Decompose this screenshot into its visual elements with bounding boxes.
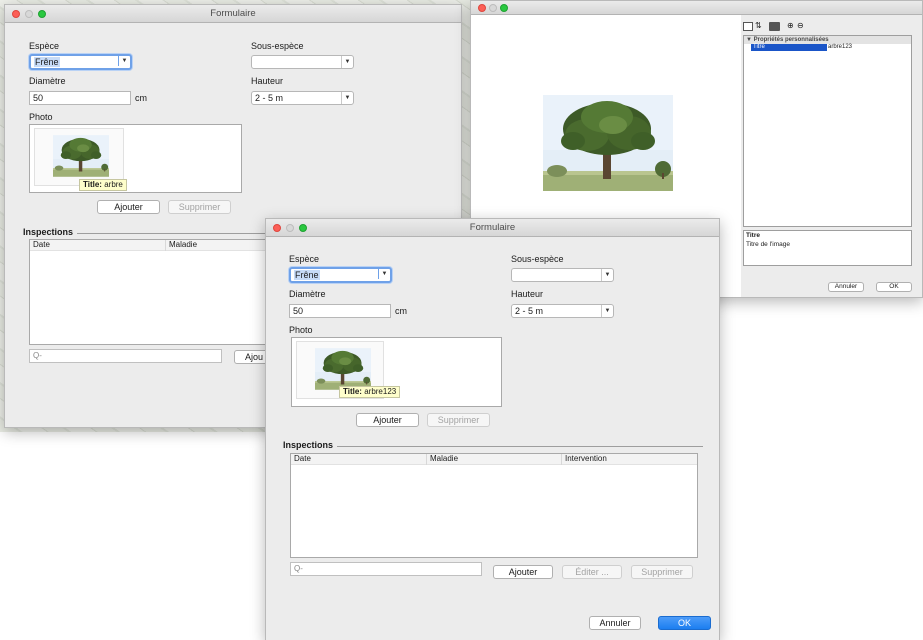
sous-espece-label: Sous-espèce [511,254,564,264]
close-window-icon[interactable] [478,4,486,12]
chevron-down-icon: ▼ [378,269,390,279]
hauteur-label: Hauteur [251,76,284,86]
sous-espece-combobox[interactable]: ▼ [251,55,354,69]
photo-delete-button[interactable]: Supprimer [427,413,490,427]
espece-combobox[interactable]: Frêne ▼ [289,267,392,283]
description-text: Titre de l'image [746,241,790,248]
diametre-label: Diamètre [289,289,326,299]
hauteur-value: 2 - 5 m [255,93,284,103]
photo-add-button[interactable]: Ajouter [97,200,160,214]
inspection-delete-button[interactable]: Supprimer [631,565,693,579]
expand-icon[interactable]: ⊕ [787,21,794,31]
photo-delete-button[interactable]: Supprimer [168,200,231,214]
photo-label: Photo [29,112,53,122]
front-form-window: Formulaire Espèce Frêne ▼ Sous-espèce ▼ … [265,218,720,640]
hauteur-value: 2 - 5 m [515,306,544,316]
inspection-edit-button[interactable]: Éditer ... [562,565,622,579]
photo-label: Photo [289,325,313,335]
ok-button[interactable]: OK [658,616,711,630]
chevron-down-icon: ▼ [601,305,613,317]
chevron-down-icon: ▼ [118,56,130,66]
tree-photo-preview [543,95,673,191]
espece-value: Frêne [294,270,320,280]
column-header-date[interactable]: Date [291,454,427,465]
chevron-down-icon: ▼ [601,269,613,281]
photo-add-button[interactable]: Ajouter [356,413,419,427]
inspections-section-title: Inspections [283,440,334,450]
tooltip-key: Title: [83,180,102,189]
tooltip-value: arbre [104,180,123,189]
diametre-unit: cm [135,93,147,103]
photo-title-tooltip: Title: arbre123 [339,386,401,398]
section-divider [337,446,703,447]
property-description-panel: Titre Titre de l'image [743,230,912,266]
inspection-add-button[interactable]: Ajouter [493,565,553,579]
diametre-input[interactable]: 50 [29,91,131,105]
hauteur-combobox[interactable]: 2 - 5 m ▼ [251,91,354,105]
window-title: Formulaire [469,222,516,233]
sort-alpha-icon[interactable]: ⇅ [755,21,762,31]
window-title: Formulaire [210,8,256,19]
zoom-window-icon[interactable] [500,4,508,12]
espece-value: Frêne [34,57,60,67]
display-mode-icon[interactable] [769,22,780,31]
tooltip-value: arbre123 [364,387,397,396]
inspections-search-input[interactable]: Q- [29,349,222,363]
categorized-view-icon[interactable] [743,22,753,31]
photo-list[interactable]: Title: arbre [29,124,242,193]
column-header-intervention[interactable]: Intervention [562,454,697,465]
property-grid[interactable]: ▼ Propriétés personnalisées Titre arbre1… [743,35,912,227]
espece-combobox[interactable]: Frêne ▼ [29,54,132,70]
property-value-input[interactable]: arbre123 [827,44,911,51]
diametre-label: Diamètre [29,76,66,86]
column-header-date[interactable]: Date [30,240,166,251]
back-form-titlebar[interactable]: Formulaire [5,5,461,23]
diametre-unit: cm [395,306,407,316]
photo-title-tooltip: Title: arbre [79,179,127,191]
properties-toolbar: ⇅ ⊕ ⊖ [743,21,804,33]
hauteur-label: Hauteur [511,289,544,299]
properties-titlebar[interactable] [471,1,922,15]
photo-thumbnail-frame[interactable] [34,128,124,186]
inspections-section-title: Inspections [23,227,74,237]
diametre-input[interactable]: 50 [289,304,391,318]
properties-ok-button[interactable]: OK [876,282,912,292]
sous-espece-label: Sous-espèce [251,41,304,51]
photo-list[interactable]: Title: arbre123 [291,337,502,407]
inspections-search-input[interactable]: Q- [290,562,482,576]
minimize-window-icon[interactable] [489,4,497,12]
chevron-down-icon: ▼ [341,56,353,68]
collapse-icon[interactable]: ⊖ [797,21,804,31]
property-name-cell[interactable]: Titre [751,44,827,51]
inspections-table[interactable]: Date Maladie Intervention [290,453,698,558]
espece-label: Espèce [289,254,320,264]
sous-espece-combobox[interactable]: ▼ [511,268,614,282]
search-icon: Q- [33,351,42,360]
column-header-maladie[interactable]: Maladie [427,454,562,465]
chevron-down-icon: ▼ [341,92,353,104]
tooltip-key: Title: [343,387,362,396]
front-form-titlebar[interactable]: Formulaire [266,219,719,237]
hauteur-combobox[interactable]: 2 - 5 m ▼ [511,304,614,318]
tree-photo-thumbnail [315,348,371,390]
search-icon: Q- [294,564,303,573]
description-title: Titre [746,232,760,239]
properties-cancel-button[interactable]: Annuler [828,282,864,292]
property-group-header[interactable]: ▼ Propriétés personnalisées [744,36,911,44]
table-header: Date Maladie Intervention [291,454,697,465]
tree-photo-thumbnail [53,135,109,177]
cancel-button[interactable]: Annuler [589,616,641,630]
espece-label: Espèce [29,41,60,51]
